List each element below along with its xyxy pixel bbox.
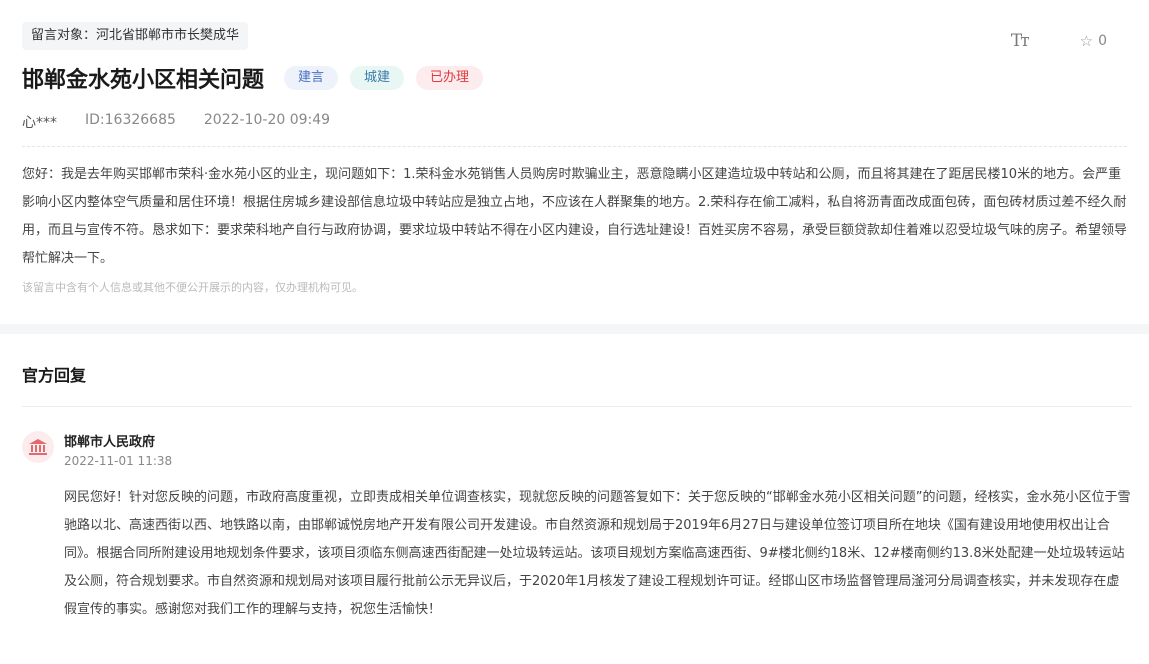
toolbar: Tт ☆ 0: [1011, 31, 1107, 51]
message-datetime: 2022-10-20 09:49: [203, 112, 331, 128]
message-section: 留言对象：河北省邯郸市市长樊成华 Tт ☆ 0 邯郸金水苑小区相关问题 建言 城…: [0, 0, 1149, 302]
font-size-icon[interactable]: Tт: [1011, 31, 1030, 51]
title-row: 邯郸金水苑小区相关问题 建言 城建 已办理: [22, 62, 1127, 94]
reply-org-info: 邯郸市人民政府 2022-11-01 11:38: [64, 431, 172, 468]
author-name: 心***: [22, 115, 57, 131]
favorite-count: 0: [1098, 33, 1107, 49]
reply-content: 网民您好！针对您反映的问题，市政府高度重视，立即责成相关单位调查核实，现就您反映…: [64, 490, 1131, 617]
reply-org-name: 邯郸市人民政府: [64, 435, 156, 450]
message-id: ID:16326685: [85, 112, 176, 128]
tag-suggestion: 建言: [284, 66, 339, 90]
star-icon: ☆: [1079, 32, 1094, 50]
page-title: 邯郸金水苑小区相关问题: [22, 68, 265, 93]
tag-urban-construction: 城建: [350, 66, 405, 90]
reply-date: 2022-11-01 11:38: [64, 454, 173, 468]
message-meta: 心*** ID:16326685 2022-10-20 09:49: [22, 112, 1127, 147]
reply-section-title: 官方回复: [22, 334, 1132, 407]
government-building-icon: [22, 431, 54, 463]
tag-status: 已办理: [416, 66, 484, 90]
recipient-badge: 留言对象：河北省邯郸市市长樊成华: [22, 22, 249, 50]
privacy-note: 该留言中含有个人信息或其他不便公开展示的内容，仅办理机构可见。: [22, 281, 363, 294]
reply-header: 邯郸市人民政府 2022-11-01 11:38: [22, 431, 1132, 468]
message-content: 您好：我是去年购买邯郸市荣科·金水苑小区的业主，现问题如下：1.荣科金水苑销售人…: [22, 167, 1128, 266]
section-divider: [0, 324, 1149, 334]
favorite-button[interactable]: ☆ 0: [1080, 32, 1107, 50]
reply-section: 官方回复 邯郸市人民政府 2022-11-01 11:38 网民您好！针对您反映…: [0, 334, 1149, 624]
